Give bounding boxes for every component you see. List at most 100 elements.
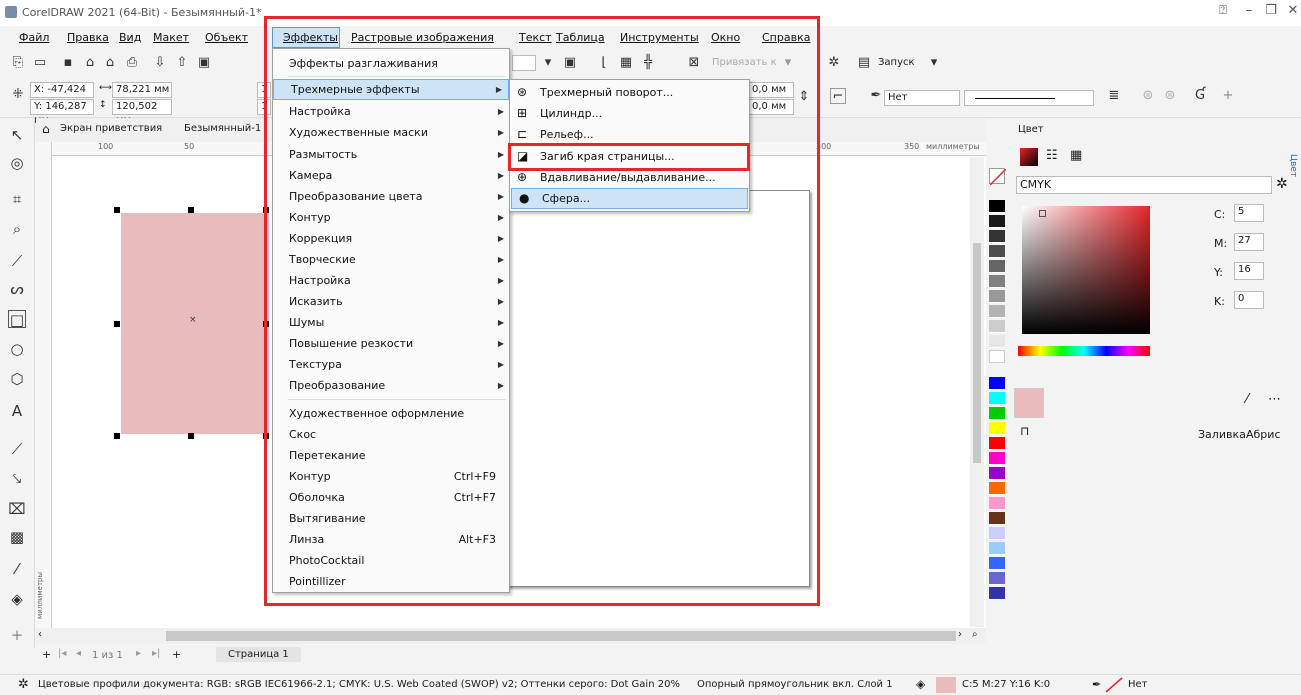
color-swatch[interactable] (989, 275, 1005, 288)
selection-handle[interactable] (188, 433, 194, 439)
color-swatch[interactable] (989, 437, 1005, 450)
eyedropper-icon[interactable]: ⁄ (8, 560, 26, 578)
first-page-icon[interactable]: |◂ (58, 648, 66, 659)
add-icon[interactable]: + (1220, 88, 1236, 104)
save-icon[interactable]: ▪ (60, 55, 76, 71)
scroll-left-icon[interactable]: ‹ (38, 629, 42, 640)
color-viewer-icon[interactable] (1020, 148, 1038, 166)
crop-tool-icon[interactable]: ⌗ (8, 190, 26, 208)
tab-page-1[interactable]: Страница 1 (216, 647, 301, 662)
add-tool-icon[interactable]: + (8, 626, 26, 644)
no-color-swatch[interactable] (989, 168, 1007, 186)
color-swatch[interactable] (989, 260, 1005, 273)
tab-document[interactable]: Безымянный-1 (184, 123, 261, 134)
color-swatch[interactable] (989, 335, 1005, 348)
outline-width-field[interactable]: Нет (884, 90, 960, 106)
color-swatch[interactable] (989, 587, 1005, 600)
polygon-tool-icon[interactable]: ⬡ (8, 370, 26, 388)
sliders-icon[interactable]: ☷ (1046, 148, 1058, 163)
color-picker-marker[interactable] (1039, 210, 1046, 217)
pick-tool-icon[interactable]: ↖ (8, 126, 26, 144)
options-icon[interactable]: ✲ (826, 55, 842, 71)
line-style-field[interactable] (964, 90, 1094, 106)
docker-side-tab[interactable]: Цвет (1288, 154, 1298, 177)
outline-pen-icon[interactable]: ✒ (868, 88, 884, 104)
print-icon[interactable]: ⎙ (124, 55, 140, 71)
selection-handle[interactable] (114, 207, 120, 213)
color-swatch[interactable] (989, 467, 1005, 480)
launch-dropdown-icon[interactable]: ▾ (926, 55, 942, 71)
color-swatch[interactable] (989, 305, 1005, 318)
help-icon[interactable]: ⍰ (1212, 3, 1234, 18)
corner-icon[interactable]: ⌐ (830, 88, 846, 104)
cloud-up-icon[interactable]: ⌂ (102, 55, 118, 71)
hue-slider[interactable] (1018, 346, 1150, 356)
zoom-tool-icon[interactable]: ⌕ (8, 220, 26, 238)
to-front-icon[interactable]: ⊜ (1140, 88, 1156, 104)
close-button[interactable]: ✕ (1282, 3, 1301, 18)
color-swatch[interactable] (989, 350, 1005, 363)
color-picker-square[interactable] (1022, 206, 1150, 334)
cloud-down-icon[interactable]: ⌂ (82, 55, 98, 71)
new-document-icon[interactable]: ⎘ (10, 55, 26, 71)
x-position-field[interactable]: X: -47,424 мм (30, 82, 94, 109)
color-swatch[interactable] (989, 452, 1005, 465)
horizontal-scroll-thumb[interactable] (166, 631, 956, 641)
shape-tool-icon[interactable]: ◎ (8, 154, 26, 172)
ellipse-tool-icon[interactable]: ○ (8, 340, 26, 358)
palette-icon[interactable]: ▦ (1070, 148, 1082, 163)
color-swatch[interactable] (989, 512, 1005, 525)
minimize-button[interactable]: – (1238, 3, 1260, 18)
color-swatch[interactable] (989, 497, 1005, 510)
add-page-after-icon[interactable]: + (172, 648, 181, 661)
connector-tool-icon[interactable]: ⤥ (8, 470, 26, 488)
docker-options-icon[interactable]: ✲ (1276, 176, 1288, 192)
scroll-right-icon[interactable]: › (958, 629, 962, 640)
publish-icon[interactable]: ▣ (196, 55, 212, 71)
text-tool-icon[interactable]: A (8, 402, 26, 420)
menu-edit[interactable]: Правка (67, 31, 109, 44)
add-page-before-icon[interactable]: + (42, 648, 51, 661)
export-icon[interactable]: ⇧ (174, 55, 190, 71)
home-icon[interactable]: ⌂ (42, 122, 50, 136)
height-field[interactable]: 120,502 мм (112, 99, 172, 126)
next-page-icon[interactable]: ▸ (136, 648, 141, 659)
to-back-icon[interactable]: ⊜ (1162, 88, 1178, 104)
drop-shadow-icon[interactable]: ⌧ (8, 500, 26, 518)
vertical-scrollbar[interactable] (970, 157, 984, 627)
tab-welcome[interactable]: Экран приветствия (60, 123, 162, 134)
more-options-icon[interactable]: ⋯ (1268, 392, 1281, 407)
eyedropper-icon[interactable]: ⁄ (1246, 392, 1248, 407)
color-swatch[interactable] (989, 320, 1005, 333)
color-swatch[interactable] (989, 290, 1005, 303)
import-icon[interactable]: ⇩ (152, 55, 168, 71)
dimension-tool-icon[interactable]: ⟋ (8, 440, 26, 458)
color-swatch[interactable] (989, 215, 1005, 228)
y-field[interactable]: 16 (1234, 262, 1264, 280)
color-swatch[interactable] (989, 377, 1005, 390)
m-field[interactable]: 27 (1234, 233, 1264, 251)
horizontal-scrollbar[interactable]: ‹ › ⌕ (36, 628, 986, 644)
selected-rectangle[interactable]: × (121, 213, 269, 434)
fill-tool-icon[interactable]: ◈ (8, 590, 26, 608)
convert-curves-icon[interactable]: Ɠ (1192, 88, 1208, 104)
color-model-select[interactable]: CMYK (1016, 176, 1272, 194)
menu-view[interactable]: Вид (119, 31, 141, 44)
wrap-text-icon[interactable]: ≣ (1106, 88, 1122, 104)
transparency-icon[interactable]: ▩ (8, 528, 26, 546)
color-profile-icon[interactable]: ✲ (18, 677, 29, 692)
color-swatch[interactable] (989, 557, 1005, 570)
reference-point-icon[interactable]: ⁜ (10, 87, 26, 103)
launch-icon[interactable]: ▤ (856, 55, 872, 71)
color-swatch[interactable] (989, 392, 1005, 405)
open-icon[interactable]: ▭ (32, 55, 48, 71)
y-position-field[interactable]: Y: 146,287 мм (30, 99, 94, 126)
selection-handle[interactable] (114, 321, 120, 327)
menu-object[interactable]: Объект (205, 31, 248, 44)
rectangle-tool-icon[interactable]: □ (8, 310, 26, 329)
menu-file[interactable]: Файл (19, 31, 49, 44)
selection-handle[interactable] (114, 433, 120, 439)
menu-layout[interactable]: Макет (153, 31, 189, 44)
color-swatch[interactable] (989, 572, 1005, 585)
freehand-tool-icon[interactable]: ⟋ (8, 252, 26, 270)
